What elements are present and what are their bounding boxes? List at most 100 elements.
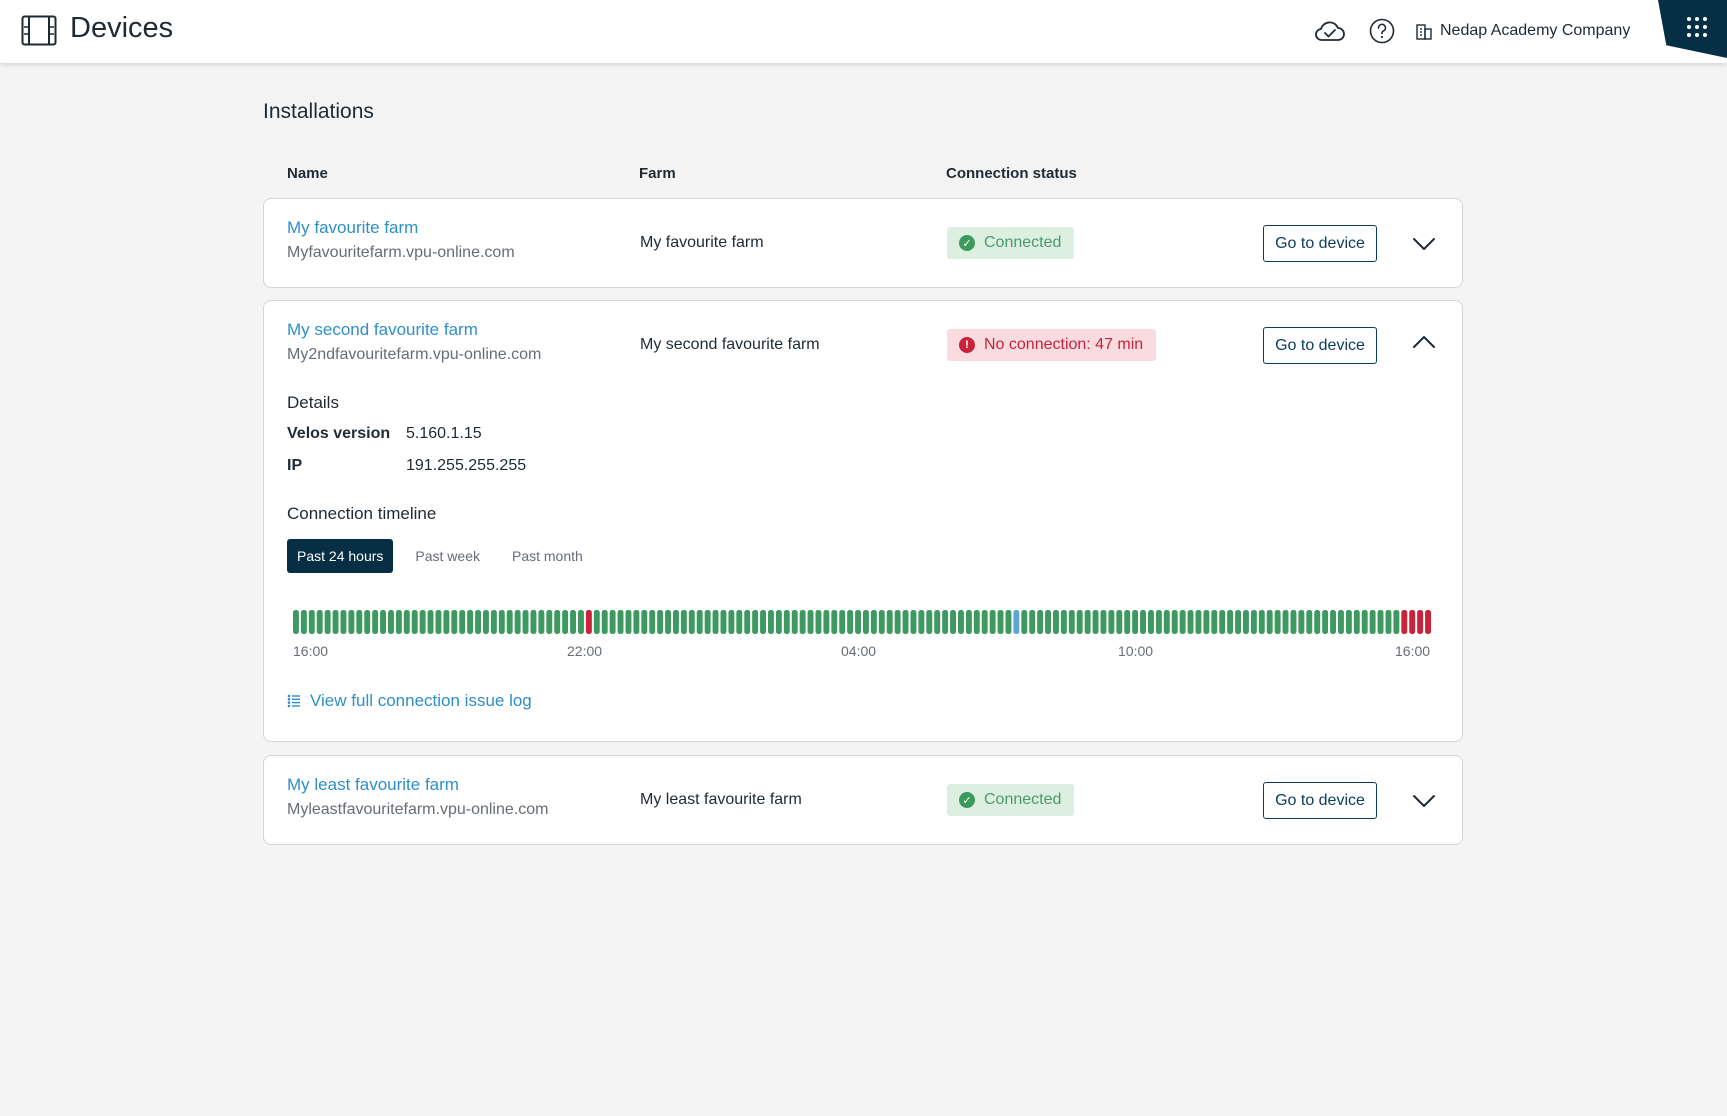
timeline-segment-connected[interactable] [839,610,846,634]
go-to-device-button[interactable]: Go to device [1263,782,1377,819]
timeline-segment-connected[interactable] [356,610,363,634]
timeline-segment-connected[interactable] [1116,610,1123,634]
timeline-segment-connected[interactable] [736,610,743,634]
timeline-segment-connected[interactable] [1108,610,1115,634]
installation-name-link[interactable]: My second favourite farm [287,320,478,340]
timeline-segment-connected[interactable] [680,610,687,634]
timeline-segment-connected[interactable] [411,610,418,634]
timeline-segment-connected[interactable] [427,610,434,634]
timeline-segment-connected[interactable] [300,610,307,634]
timeline-segment-connected[interactable] [293,610,299,634]
timeline-segment-connected[interactable] [1306,610,1313,634]
timeline-segment-connected[interactable] [1322,610,1329,634]
timeline-segment-connected[interactable] [878,610,885,634]
timeline-segment-connected[interactable] [1361,610,1368,634]
chevron-down-icon[interactable] [1412,232,1436,256]
timeline-segment-connected[interactable] [395,610,402,634]
timeline-segment-connected[interactable] [641,610,648,634]
cloud-check-icon[interactable] [1314,17,1346,45]
timeline-segment-connected[interactable] [815,610,822,634]
timeline-segment-connected[interactable] [388,610,394,634]
timeline-segment-disconnected[interactable] [585,610,592,634]
timeline-segment-connected[interactable] [1092,610,1099,634]
timeline-segment-connected[interactable] [965,610,972,634]
timeline-segment-connected[interactable] [863,610,869,634]
timeline-segment-connected[interactable] [1377,610,1384,634]
timeline-segment-connected[interactable] [1179,610,1186,634]
timeline-segment-connected[interactable] [1274,610,1281,634]
timeline-segment-connected[interactable] [578,610,584,634]
timeline-segment-connected[interactable] [981,610,988,634]
timeline-segment-connected[interactable] [1266,610,1273,634]
timeline-segment-connected[interactable] [1100,610,1107,634]
timeline-segment-connected[interactable] [688,610,695,634]
timeline-segment-connected[interactable] [1140,610,1146,634]
timeline-segment-connected[interactable] [340,610,347,634]
timeline-segment-connected[interactable] [1203,610,1210,634]
timeline-segment-connected[interactable] [609,610,616,634]
timeline-segment-connected[interactable] [483,610,489,634]
timeline-segment-connected[interactable] [546,610,553,634]
timeline-segment-disconnected[interactable] [1425,610,1431,634]
tab-past-month[interactable]: Past month [502,539,593,573]
timeline-segment-connected[interactable] [1171,610,1178,634]
timeline-segment-connected[interactable] [451,610,458,634]
timeline-segment-connected[interactable] [1385,610,1392,634]
timeline-segment-connected[interactable] [332,610,339,634]
timeline-segment-connected[interactable] [1298,610,1305,634]
timeline-segment-connected[interactable] [1330,610,1336,634]
timeline-segment-connected[interactable] [364,610,371,634]
timeline-segment-connected[interactable] [506,610,513,634]
timeline-segment-connected[interactable] [958,610,964,634]
timeline-segment-connected[interactable] [997,610,1004,634]
timeline-segment-connected[interactable] [1195,610,1202,634]
timeline-segment-connected[interactable] [467,610,474,634]
timeline-segment-connected[interactable] [617,610,624,634]
timeline-segment-connected[interactable] [1227,610,1234,634]
timeline-segment-connected[interactable] [910,610,917,634]
timeline-segment-connected[interactable] [1187,610,1194,634]
timeline-segment-connected[interactable] [1132,610,1139,634]
timeline-segment-connected[interactable] [807,610,814,634]
timeline-segment-connected[interactable] [847,610,854,634]
timeline-segment-connected[interactable] [443,610,450,634]
timeline-segment-connected[interactable] [1155,610,1162,634]
timeline-segment-connected[interactable] [1068,610,1075,634]
timeline-segment-connected[interactable] [712,610,719,634]
installation-name-link[interactable]: My least favourite farm [287,775,459,795]
timeline-segment-connected[interactable] [419,610,426,634]
timeline-segment-connected[interactable] [704,610,711,634]
timeline-segment-connected[interactable] [1282,610,1289,634]
timeline-segment-connected[interactable] [538,610,545,634]
timeline-segment-connected[interactable] [1084,610,1091,634]
timeline-segment-connected[interactable] [490,610,497,634]
timeline-segment-connected[interactable] [530,610,537,634]
timeline-segment-connected[interactable] [1345,610,1352,634]
timeline-segment-connected[interactable] [1243,610,1249,634]
timeline-segment-connected[interactable] [625,610,632,634]
timeline-segment-connected[interactable] [1124,610,1131,634]
timeline-segment-connected[interactable] [902,610,909,634]
timeline-segment-connected[interactable] [831,610,838,634]
timeline-segment-connected[interactable] [348,610,355,634]
timeline-segment-connected[interactable] [570,610,576,634]
timeline-segment-connected[interactable] [950,610,956,634]
timeline-segment-connected[interactable] [665,610,671,634]
timeline-segment-connected[interactable] [1037,610,1044,634]
timeline-segment-connected[interactable] [918,610,925,634]
timeline-segment-connected[interactable] [744,610,751,634]
timeline-segment-connected[interactable] [316,610,323,634]
timeline-segment-connected[interactable] [562,610,569,634]
timeline-segment-connected[interactable] [657,610,664,634]
timeline-segment-connected[interactable] [308,610,315,634]
timeline-segment-connected[interactable] [380,610,386,634]
timeline-segment-connected[interactable] [403,610,410,634]
go-to-device-button[interactable]: Go to device [1263,225,1377,262]
timeline-segment-connected[interactable] [435,610,442,634]
timeline-segment-connected[interactable] [775,610,782,634]
help-icon[interactable] [1369,18,1395,44]
timeline-segment-connected[interactable] [855,610,861,634]
timeline-segment-connected[interactable] [870,610,877,634]
timeline-segment-connected[interactable] [783,610,790,634]
timeline-segment-connected[interactable] [1314,610,1321,634]
